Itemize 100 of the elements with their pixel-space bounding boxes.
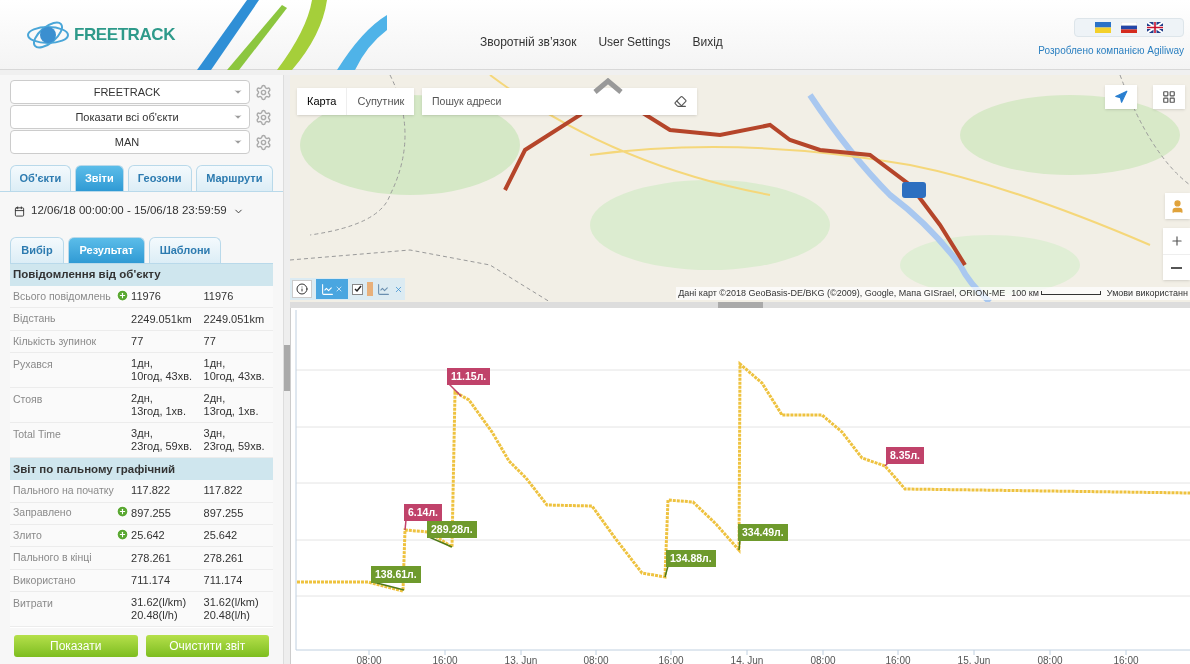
chart-toggle-button[interactable] xyxy=(316,279,348,299)
scale-label: 100 км xyxy=(1011,286,1101,300)
row-value: 117.822 xyxy=(203,484,244,498)
row-label: Стояв xyxy=(13,392,43,408)
close-icon xyxy=(335,285,343,293)
map-type-tab[interactable]: Супутник xyxy=(346,88,415,115)
grid-button[interactable] xyxy=(1153,85,1185,109)
axis-label: 08:00 xyxy=(356,655,382,664)
select-field[interactable]: MAN xyxy=(10,130,250,154)
settings-icon[interactable] xyxy=(255,133,272,151)
axis-label: 15. Jun xyxy=(957,655,991,664)
select-field[interactable]: Показати всі об'єкти xyxy=(10,105,250,129)
credit-text: Розроблено компанією Agiliway xyxy=(1038,43,1184,58)
nav-link[interactable]: Вихід xyxy=(692,32,723,51)
axis-label: 08:00 xyxy=(583,655,609,664)
row-label: Пального в кінці xyxy=(13,550,92,566)
row-value: 2249.051km xyxy=(203,312,266,326)
row-label: Заправлено xyxy=(13,505,72,521)
tab[interactable]: Маршрути xyxy=(195,165,273,191)
row-value: 2дн, 13год, 1хв. xyxy=(131,392,188,420)
eraser-icon[interactable] xyxy=(674,95,687,108)
row-value: 117.822 xyxy=(131,484,172,498)
splitter-handle[interactable] xyxy=(717,302,763,308)
row-value: 897.255 xyxy=(131,506,172,520)
directions-button[interactable] xyxy=(1105,85,1137,109)
chart-icon[interactable] xyxy=(377,282,390,296)
chevron-up-icon[interactable] xyxy=(592,78,624,94)
row-label: Відстань xyxy=(13,311,56,327)
row-label: Всього повідомлень xyxy=(13,288,111,304)
row-value: 2249.051km xyxy=(131,312,193,326)
grid-icon xyxy=(1162,90,1176,104)
color-swatch xyxy=(367,282,373,296)
address-search-field[interactable]: Пошук адреси xyxy=(422,88,697,115)
map-attribution: Дані карт ©2018 GeoBasis-DE/BKG (©2009), Google, Мапа GISrael, ORION-ME xyxy=(678,286,1006,300)
row-label: Рухався xyxy=(13,357,53,373)
plus-icon xyxy=(1169,234,1184,248)
date-range-picker[interactable]: 12/06/18 00:00:00 - 15/06/18 23:59:59 xyxy=(0,196,283,226)
row-value: 31.62(l/km) 20.48(l/h) xyxy=(203,596,260,624)
plus-icon[interactable] xyxy=(116,505,130,519)
leader-line xyxy=(884,462,889,467)
calendar-icon xyxy=(14,205,25,217)
row-value: 31.62(l/km) 20.48(l/h) xyxy=(131,596,188,624)
plus-icon[interactable] xyxy=(116,527,130,541)
row-value: 11976 xyxy=(131,290,162,304)
address-input[interactable]: Пошук адреси xyxy=(432,93,674,110)
leader-line xyxy=(428,536,453,548)
fuel-event-label: 8.35л. xyxy=(886,447,925,464)
row-value: 711.174 xyxy=(203,573,244,587)
navigation-icon xyxy=(1114,90,1128,104)
terms-link[interactable]: Умови використанн xyxy=(1106,286,1188,300)
person-icon xyxy=(1170,198,1185,214)
fuel-event-label: 289.28л. xyxy=(427,521,477,538)
row-value: 1дн, 10год, 43хв. xyxy=(131,357,194,385)
settings-icon[interactable] xyxy=(255,83,272,101)
fuel-event-label: 6.14л. xyxy=(404,504,443,521)
row-value: 77 xyxy=(203,334,217,348)
nav-link[interactable]: User Settings xyxy=(598,32,671,51)
row-value: 1дн, 10год, 43хв. xyxy=(203,357,266,385)
axis-label: 08:00 xyxy=(1037,655,1063,664)
dropdown-icon xyxy=(233,112,243,122)
row-value: 11976 xyxy=(203,290,235,304)
fuel-event-label: 138.61л. xyxy=(371,566,421,583)
scrollbar-thumb[interactable] xyxy=(284,345,290,391)
axis-label: 13. Jun xyxy=(504,655,538,664)
row-label: Пального на початку xyxy=(13,483,114,498)
axis-label: 16:00 xyxy=(885,655,911,664)
info-button[interactable] xyxy=(292,280,312,298)
minus-icon xyxy=(1171,266,1182,269)
logo-text: FREETRACK xyxy=(74,23,175,46)
tab[interactable]: Вибір xyxy=(10,237,64,263)
axis-label: 16:00 xyxy=(658,655,684,664)
axis-label: 16:00 xyxy=(432,655,458,664)
row-label: Total Time xyxy=(13,427,61,443)
close-icon[interactable] xyxy=(394,284,403,294)
nav-link[interactable]: Зворотній зв’язок xyxy=(480,32,577,51)
tab[interactable]: Шаблони xyxy=(149,237,221,263)
map-type-tab[interactable]: Карта xyxy=(297,88,347,115)
tab[interactable]: Геозони xyxy=(127,165,192,191)
row-label: Кількість зупинок xyxy=(13,333,97,349)
plus-icon[interactable] xyxy=(116,288,130,302)
row-label: Використано xyxy=(13,572,76,588)
layer-checkbox[interactable] xyxy=(352,283,363,295)
pegman-button[interactable] xyxy=(1165,193,1190,219)
row-value: 278.261 xyxy=(131,551,172,565)
section-header: Повідомлення від об'єкту xyxy=(10,264,273,286)
axis-label: 08:00 xyxy=(810,655,836,664)
axis-label: 16:00 xyxy=(1113,655,1139,664)
flag-icon[interactable] xyxy=(1121,21,1137,33)
section-header: Звіт по пальному графічний xyxy=(10,458,273,481)
flag-icon[interactable] xyxy=(1147,21,1163,33)
dropdown-icon xyxy=(233,137,243,147)
row-value: 77 xyxy=(131,334,145,348)
row-label: Витрати xyxy=(13,596,53,612)
row-value: 25.642 xyxy=(131,529,166,543)
dropdown-icon xyxy=(233,87,243,97)
tab[interactable]: Об'єкти xyxy=(10,165,71,191)
flag-icon[interactable] xyxy=(1095,21,1111,33)
fuel-event-label: 11.15л. xyxy=(447,368,491,385)
settings-icon[interactable] xyxy=(255,108,272,126)
select-field[interactable]: FREETRACK xyxy=(10,80,250,104)
